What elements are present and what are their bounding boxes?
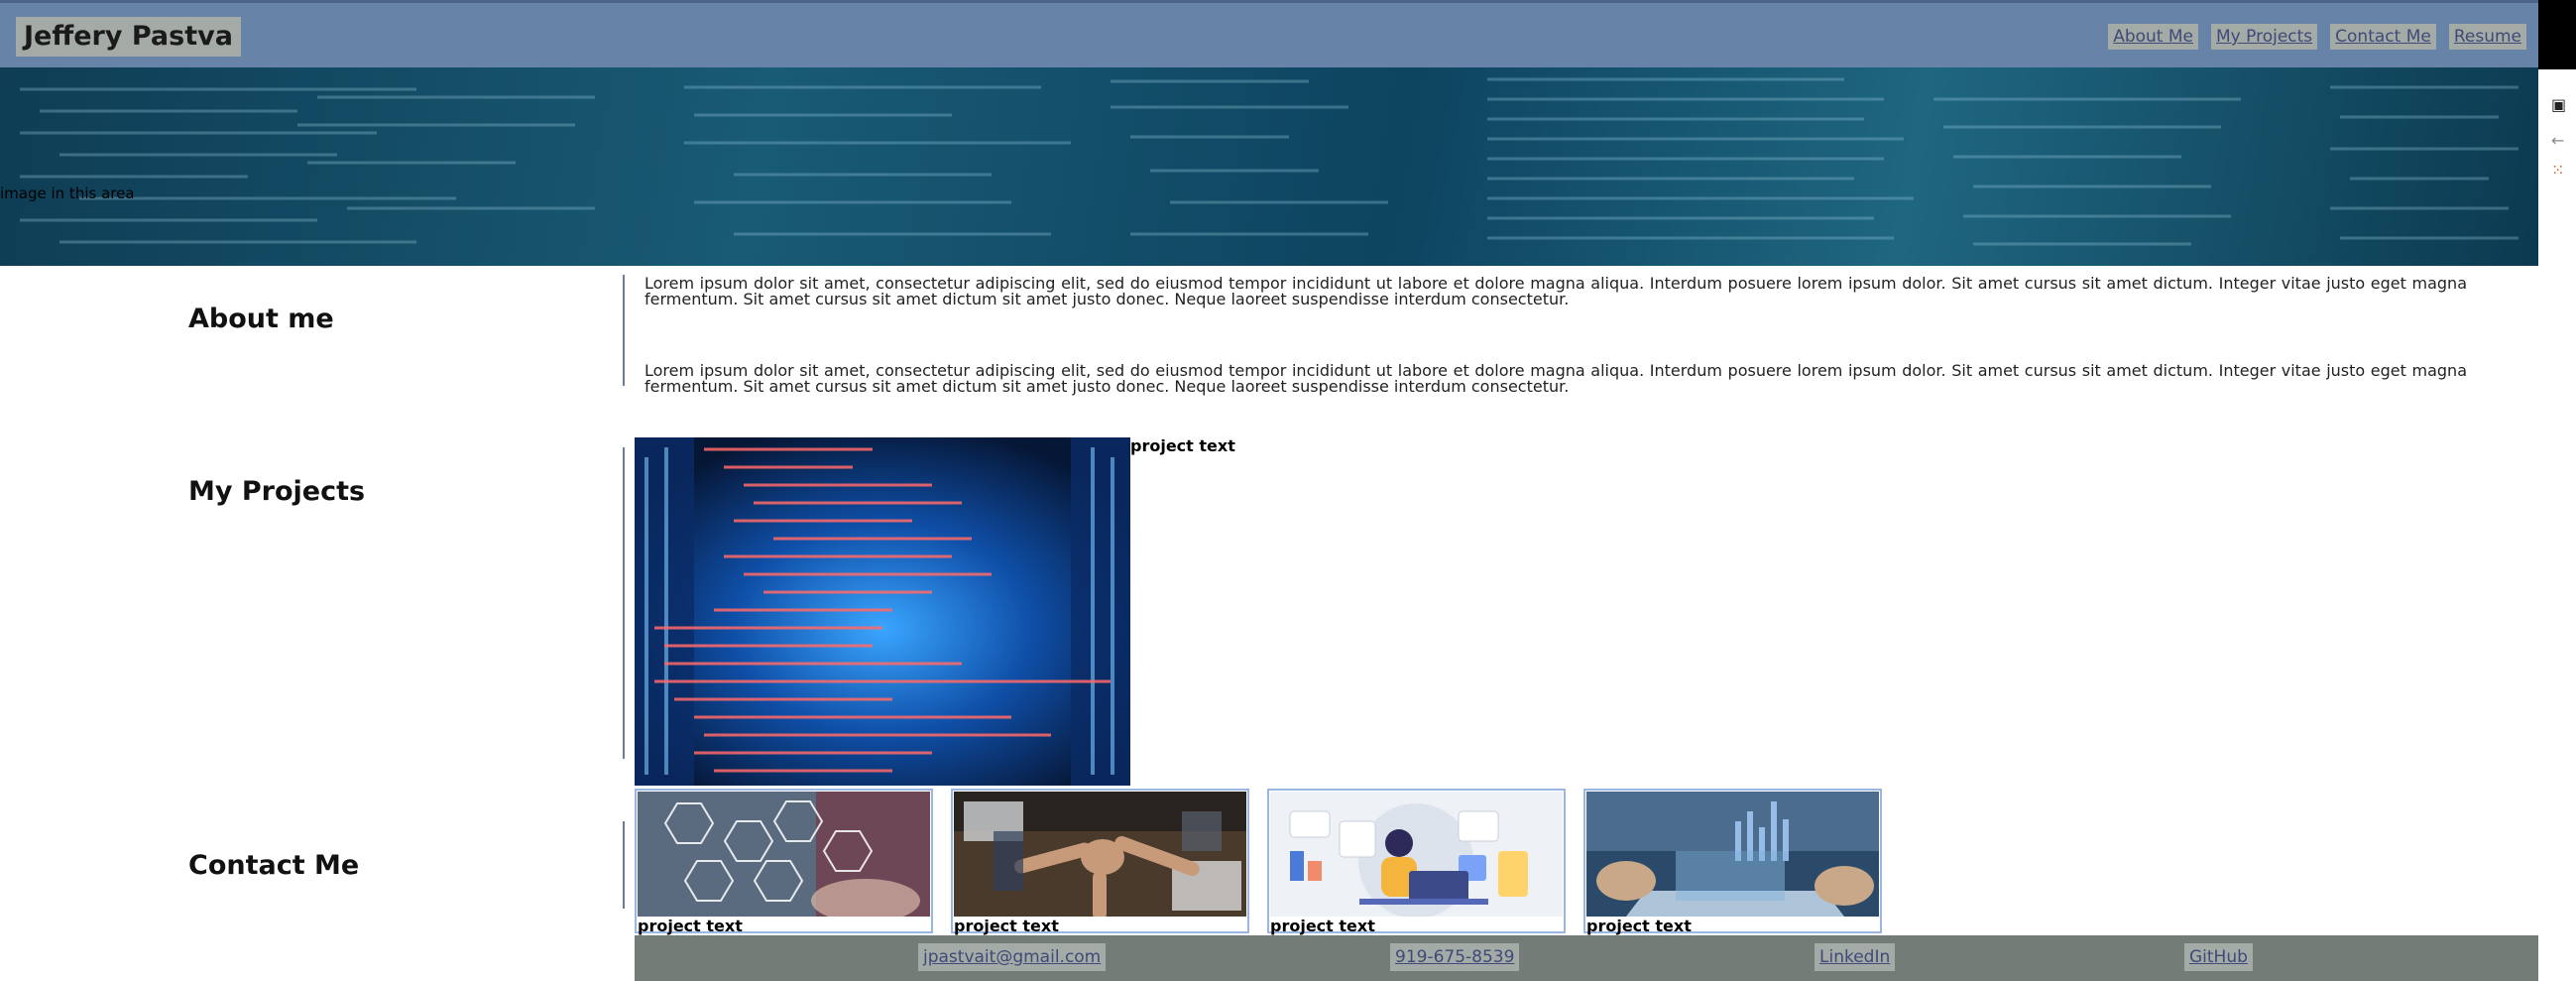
back-arrow-icon[interactable]: ← (2551, 131, 2564, 150)
project-card-image (638, 792, 930, 917)
main-nav: About Me My Projects Contact Me Resume (2108, 24, 2526, 50)
projects-divider (623, 447, 625, 759)
hero-banner-image: image in this area (0, 67, 2538, 266)
side-strip-dark-block (2538, 0, 2576, 69)
nav-link-my-projects[interactable]: My Projects (2211, 24, 2318, 50)
nav-link-resume[interactable]: Resume (2448, 24, 2526, 50)
about-section-title: About me (188, 304, 334, 334)
team-hands-illustration (954, 792, 1246, 917)
project-card-text: project text (1270, 917, 1375, 935)
about-paragraph-1: Lorem ipsum dolor sit amet, consectetur … (644, 274, 2467, 308)
grid-apps-icon[interactable]: ⁙ (2551, 161, 2564, 180)
footer-phone-link[interactable]: 919-675-8539 (1390, 943, 1520, 971)
code-server-illustration (635, 437, 1130, 786)
code-texture (20, 77, 2518, 246)
contact-divider (623, 821, 625, 909)
footer-email-link[interactable]: jpastvait@gmail.com (918, 943, 1107, 971)
project-card[interactable]: project text (951, 789, 1249, 935)
person-at-laptop-illustration (1270, 792, 1563, 917)
project-card[interactable]: project text (1583, 789, 1882, 935)
featured-project-image[interactable] (635, 437, 1130, 786)
about-paragraph-2: Lorem ipsum dolor sit amet, consectetur … (644, 361, 2467, 396)
digital-tablet-illustration (1586, 792, 1879, 917)
hero-image-label: image in this area (0, 184, 135, 202)
featured-project-text: project text (1130, 436, 1235, 455)
footer-contact-bar: jpastvait@gmail.com 919-675-8539 LinkedI… (635, 935, 2538, 981)
project-card-text: project text (954, 917, 1059, 935)
project-card-text: project text (638, 917, 743, 935)
project-card-image (1270, 792, 1563, 917)
footer-github-link[interactable]: GitHub (2184, 943, 2253, 971)
nav-link-about-me[interactable]: About Me (2108, 24, 2198, 50)
site-title: Jeffery Pastva (16, 17, 241, 57)
footer-linkedin-link[interactable]: LinkedIn (1815, 943, 1896, 971)
app-icon[interactable]: ▣ (2551, 95, 2566, 114)
project-card[interactable]: project text (1267, 789, 1566, 935)
about-divider (623, 275, 625, 386)
contact-section-title: Contact Me (188, 850, 360, 881)
nav-link-contact-me[interactable]: Contact Me (2330, 24, 2436, 50)
project-card[interactable]: project text (635, 789, 933, 935)
browser-side-strip: ▣ ← ⁙ (2538, 0, 2576, 981)
site-header: Jeffery Pastva About Me My Projects Cont… (0, 0, 2538, 67)
projects-section-title: My Projects (188, 476, 366, 507)
project-card-text: project text (1586, 917, 1692, 935)
tech-hexagon-illustration (638, 792, 930, 917)
project-card-image (954, 792, 1246, 917)
project-card-image (1586, 792, 1879, 917)
